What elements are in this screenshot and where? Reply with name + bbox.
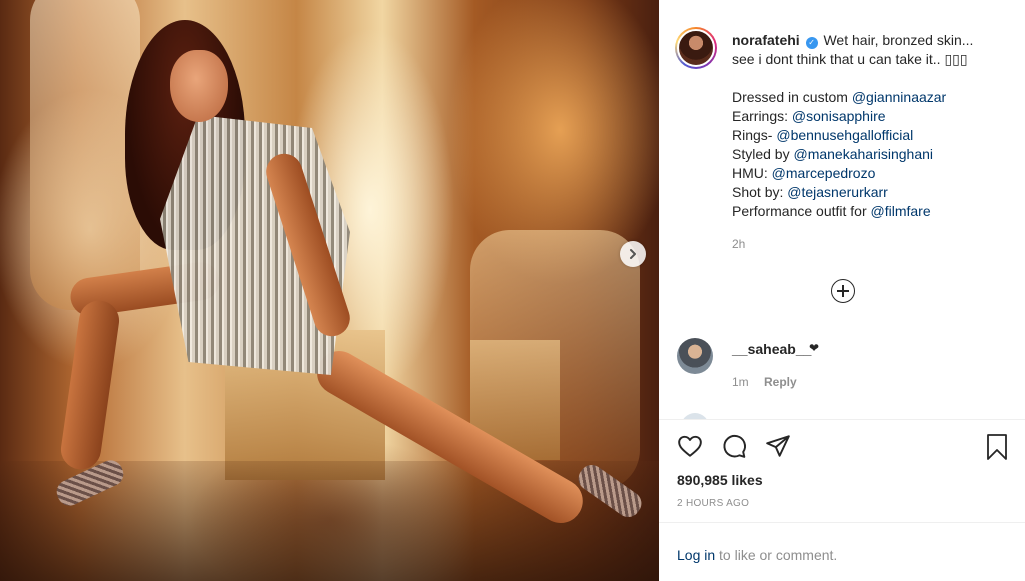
action-bar <box>659 421 1025 473</box>
login-prompt-rest: to like or comment. <box>715 547 838 563</box>
credit-line: Shot by: @tejasnerurkarr <box>732 184 888 200</box>
comments-section: norafatehi ✓ Wet hair, bronzed skin... s… <box>659 0 1025 420</box>
reply-button[interactable]: Reply <box>764 375 797 389</box>
credit-line: HMU: @marcepedrozo <box>732 165 876 181</box>
post-caption: norafatehi ✓ Wet hair, bronzed skin... s… <box>732 31 1012 221</box>
backdrop-panel-left <box>30 0 140 310</box>
login-prompt: Log in to like or comment. <box>677 547 837 563</box>
mention-link[interactable]: @filmfare <box>871 203 931 219</box>
credit-line: Earrings: @sonisapphire <box>732 108 886 124</box>
caption-line-2: see i dont think that u can take it.. ▯▯… <box>732 51 968 67</box>
next-image-button[interactable] <box>620 241 646 267</box>
heart-emoji: ❤ <box>809 341 820 355</box>
mention-link[interactable]: @gianninaazar <box>852 89 946 105</box>
caption-timestamp[interactable]: 2h <box>732 237 745 251</box>
load-more-comments-button[interactable] <box>831 279 855 303</box>
likes-count[interactable]: 890,985 likes <box>677 472 763 488</box>
owner-avatar[interactable] <box>675 27 717 69</box>
owner-username[interactable]: norafatehi <box>732 32 800 48</box>
share-icon[interactable] <box>764 433 792 459</box>
login-prompt-bar: Log in to like or comment. <box>659 522 1025 581</box>
chevron-right-icon <box>630 249 636 259</box>
mention-link[interactable]: @sonisapphire <box>792 108 886 124</box>
next-comment-avatar <box>681 413 709 419</box>
mention-link[interactable]: @manekaharisinghani <box>793 146 933 162</box>
verified-badge-icon: ✓ <box>805 37 818 49</box>
commenter-avatar[interactable] <box>677 338 713 374</box>
post-timestamp: 2 HOURS AGO <box>677 498 750 509</box>
mention-link[interactable]: @marcepedrozo <box>772 165 876 181</box>
credit-line: Styled by @manekaharisinghani <box>732 146 933 162</box>
heart-icon[interactable] <box>676 433 704 459</box>
bookmark-icon[interactable] <box>985 433 1009 461</box>
figure-face <box>170 50 228 122</box>
figure-shin <box>58 298 122 472</box>
commenter-username[interactable]: __saheab__ <box>732 341 811 357</box>
mention-link[interactable]: @bennusehgallofficial <box>776 127 913 143</box>
caption-line-1: Wet hair, bronzed skin... <box>823 32 974 48</box>
credit-line: Rings- @bennusehgallofficial <box>732 127 914 143</box>
comment-timestamp[interactable]: 1m <box>732 375 749 389</box>
post-image[interactable] <box>0 0 659 581</box>
mention-link[interactable]: @tejasnerurkarr <box>787 184 888 200</box>
credit-line: Performance outfit for @filmfare <box>732 203 931 219</box>
post-side-panel: norafatehi ✓ Wet hair, bronzed skin... s… <box>659 0 1025 581</box>
credit-line: Dressed in custom @gianninaazar <box>732 89 947 105</box>
login-link[interactable]: Log in <box>677 547 715 563</box>
comment-icon[interactable] <box>720 433 748 459</box>
